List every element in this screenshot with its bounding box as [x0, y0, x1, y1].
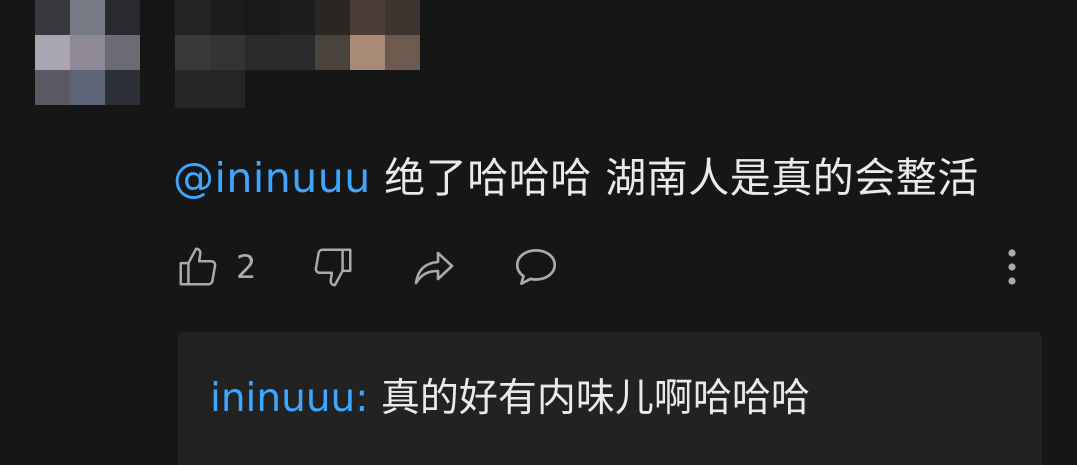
comment-body: @ininuuu 绝了哈哈哈 湖南人是真的会整活 [173, 150, 979, 206]
avatar[interactable] [35, 0, 140, 105]
reply-preview[interactable]: ininuuu: 真的好有内味儿啊哈哈哈 [178, 332, 1042, 465]
share-icon [410, 243, 458, 291]
comment-item: @ininuuu 绝了哈哈哈 湖南人是真的会整活 2 ininuuu: 真的好有… [0, 0, 1077, 465]
comment-actions: 2 [173, 242, 1033, 292]
more-vertical-icon [1005, 246, 1019, 288]
reply-bubble-icon [511, 242, 561, 292]
like-count: 2 [236, 248, 257, 286]
thumbs-down-icon [310, 244, 356, 290]
reply-button[interactable] [511, 242, 561, 292]
share-button[interactable] [409, 242, 459, 292]
mention-link[interactable]: @ininuuu [173, 154, 371, 202]
comment-text: 绝了哈哈哈 湖南人是真的会整活 [384, 154, 979, 202]
author-name-blurred[interactable] [175, 0, 420, 108]
reply-text: 真的好有内味儿啊哈哈哈 [380, 376, 810, 421]
thumbs-up-icon [175, 244, 221, 290]
reply-preview-text: ininuuu: 真的好有内味儿啊哈哈哈 [210, 372, 810, 426]
reply-author[interactable]: ininuuu: [210, 376, 368, 421]
more-options-button[interactable] [987, 242, 1037, 292]
like-button[interactable] [173, 242, 223, 292]
dislike-button[interactable] [308, 242, 358, 292]
